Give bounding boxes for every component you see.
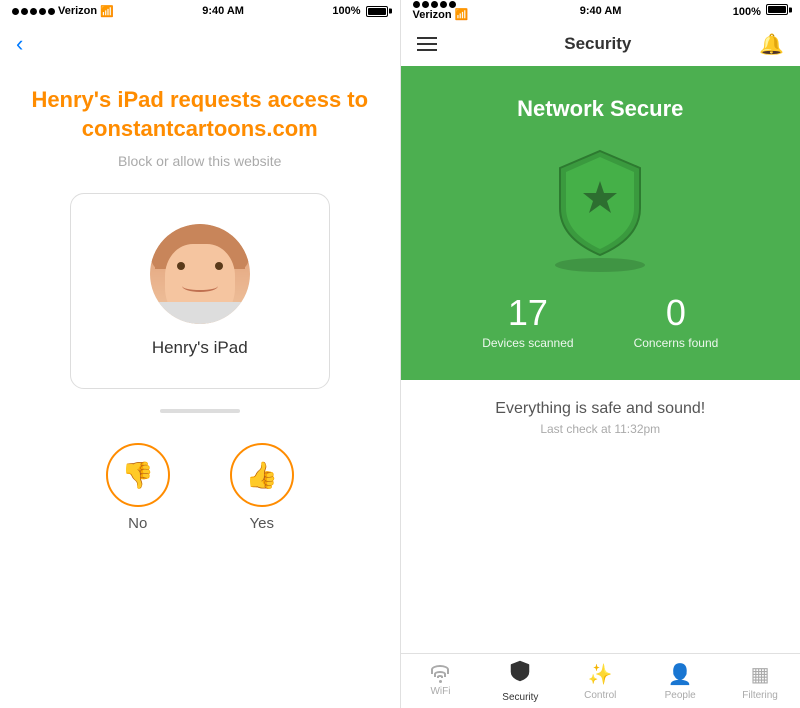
left-panel: Verizon 📶 9:40 AM 100% ‹ Henry's iPad re… [0,0,400,708]
tab-security-label: Security [502,692,538,703]
kid-hair-side-right [232,234,250,269]
concerns-found-stat: 0 Concerns found [634,292,719,350]
action-buttons: 👎 No 👍 Yes [106,443,294,532]
hamburger-line-3 [417,49,437,51]
safe-section: Everything is safe and sound! Last check… [401,380,800,653]
left-status-left: Verizon 📶 [12,5,114,18]
battery-icon-left [366,6,388,17]
status-bar-right: Verizon 📶 9:40 AM 100% [401,0,800,22]
devices-scanned-label: Devices scanned [482,336,573,350]
wifi-tab-icon [431,665,449,683]
devices-scanned-count: 17 [508,292,548,334]
request-subtitle: Block or allow this website [118,153,281,169]
shield-tab-icon [509,659,531,689]
control-wand-icon: ✨ [588,662,613,687]
kid-face [150,224,250,324]
thumbs-down-icon: 👎 [122,460,154,491]
wifi-icon-right: 📶 [455,9,469,21]
yes-button[interactable]: 👍 Yes [230,443,294,532]
battery-pct-right: 100% [733,6,761,18]
tab-control[interactable]: ✨ Control [560,658,640,705]
tab-bar: WiFi Security ✨ Control 👤 People ▦ Filte… [401,653,800,708]
left-content: Henry's iPad requests access to constant… [0,66,400,708]
yes-circle: 👍 [230,443,294,507]
tab-wifi-label: WiFi [430,686,450,697]
device-card: Henry's iPad [70,193,330,389]
time-left: 9:40 AM [202,5,244,17]
page-title: Security [564,34,631,54]
scroll-indicator [160,409,240,413]
no-label: No [128,515,147,532]
tab-security[interactable]: Security [480,655,560,707]
signal-left [12,8,55,15]
kid-eye-left [177,262,185,270]
hamburger-line-2 [417,43,437,45]
right-panel: Verizon 📶 9:40 AM 100% Security 🔔 Networ… [401,0,800,708]
network-secure-heading: Network Secure [517,96,683,122]
security-banner: Network Secure 17 Devices scanned 0 Conc… [401,66,800,380]
battery-pct-left: 100% [332,5,360,17]
filtering-icon: ▦ [751,662,770,687]
status-bar-left: Verizon 📶 9:40 AM 100% [0,0,400,22]
shield-container [540,138,660,268]
last-check-text: Last check at 11:32pm [540,422,660,436]
carrier-right: Verizon [413,9,452,21]
right-status-right: 100% [733,4,788,18]
concerns-found-count: 0 [666,292,686,334]
nav-bar-left: ‹ [0,22,400,66]
yes-label: Yes [250,515,274,532]
devices-scanned-stat: 17 Devices scanned [482,292,573,350]
safe-text: Everything is safe and sound! [495,400,705,418]
time-right: 9:40 AM [580,5,622,17]
left-status-right: Verizon 📶 [413,1,469,21]
people-icon: 👤 [668,662,693,687]
device-name: Henry's iPad [152,338,248,358]
nav-bar-right: Security 🔔 [401,22,800,66]
wifi-icon-left: 📶 [100,5,114,18]
tab-wifi[interactable]: WiFi [401,661,481,701]
tab-people[interactable]: 👤 People [640,658,720,705]
signal-right [413,1,469,8]
kid-hair-side-left [150,234,168,269]
right-status-left: 100% [332,5,387,17]
no-circle: 👎 [106,443,170,507]
back-button[interactable]: ‹ [16,31,23,57]
tab-people-label: People [665,690,696,701]
kid-shirt [150,302,250,324]
request-title: Henry's iPad requests access to constant… [30,86,370,143]
avatar [150,224,250,324]
kid-eye-right [215,262,223,270]
tab-filtering[interactable]: ▦ Filtering [720,658,800,705]
menu-button[interactable] [417,37,437,51]
concerns-found-label: Concerns found [634,336,719,350]
shield-shadow [555,258,645,272]
no-button[interactable]: 👎 No [106,443,170,532]
shield-icon [545,143,655,263]
battery-icon-right [766,4,788,15]
thumbs-up-icon: 👍 [246,460,278,491]
tab-filtering-label: Filtering [742,690,778,701]
notification-bell-icon[interactable]: 🔔 [759,32,784,57]
stats-row: 17 Devices scanned 0 Concerns found [482,292,718,350]
hamburger-line-1 [417,37,437,39]
tab-control-label: Control [584,690,616,701]
carrier-left: Verizon [58,5,97,17]
